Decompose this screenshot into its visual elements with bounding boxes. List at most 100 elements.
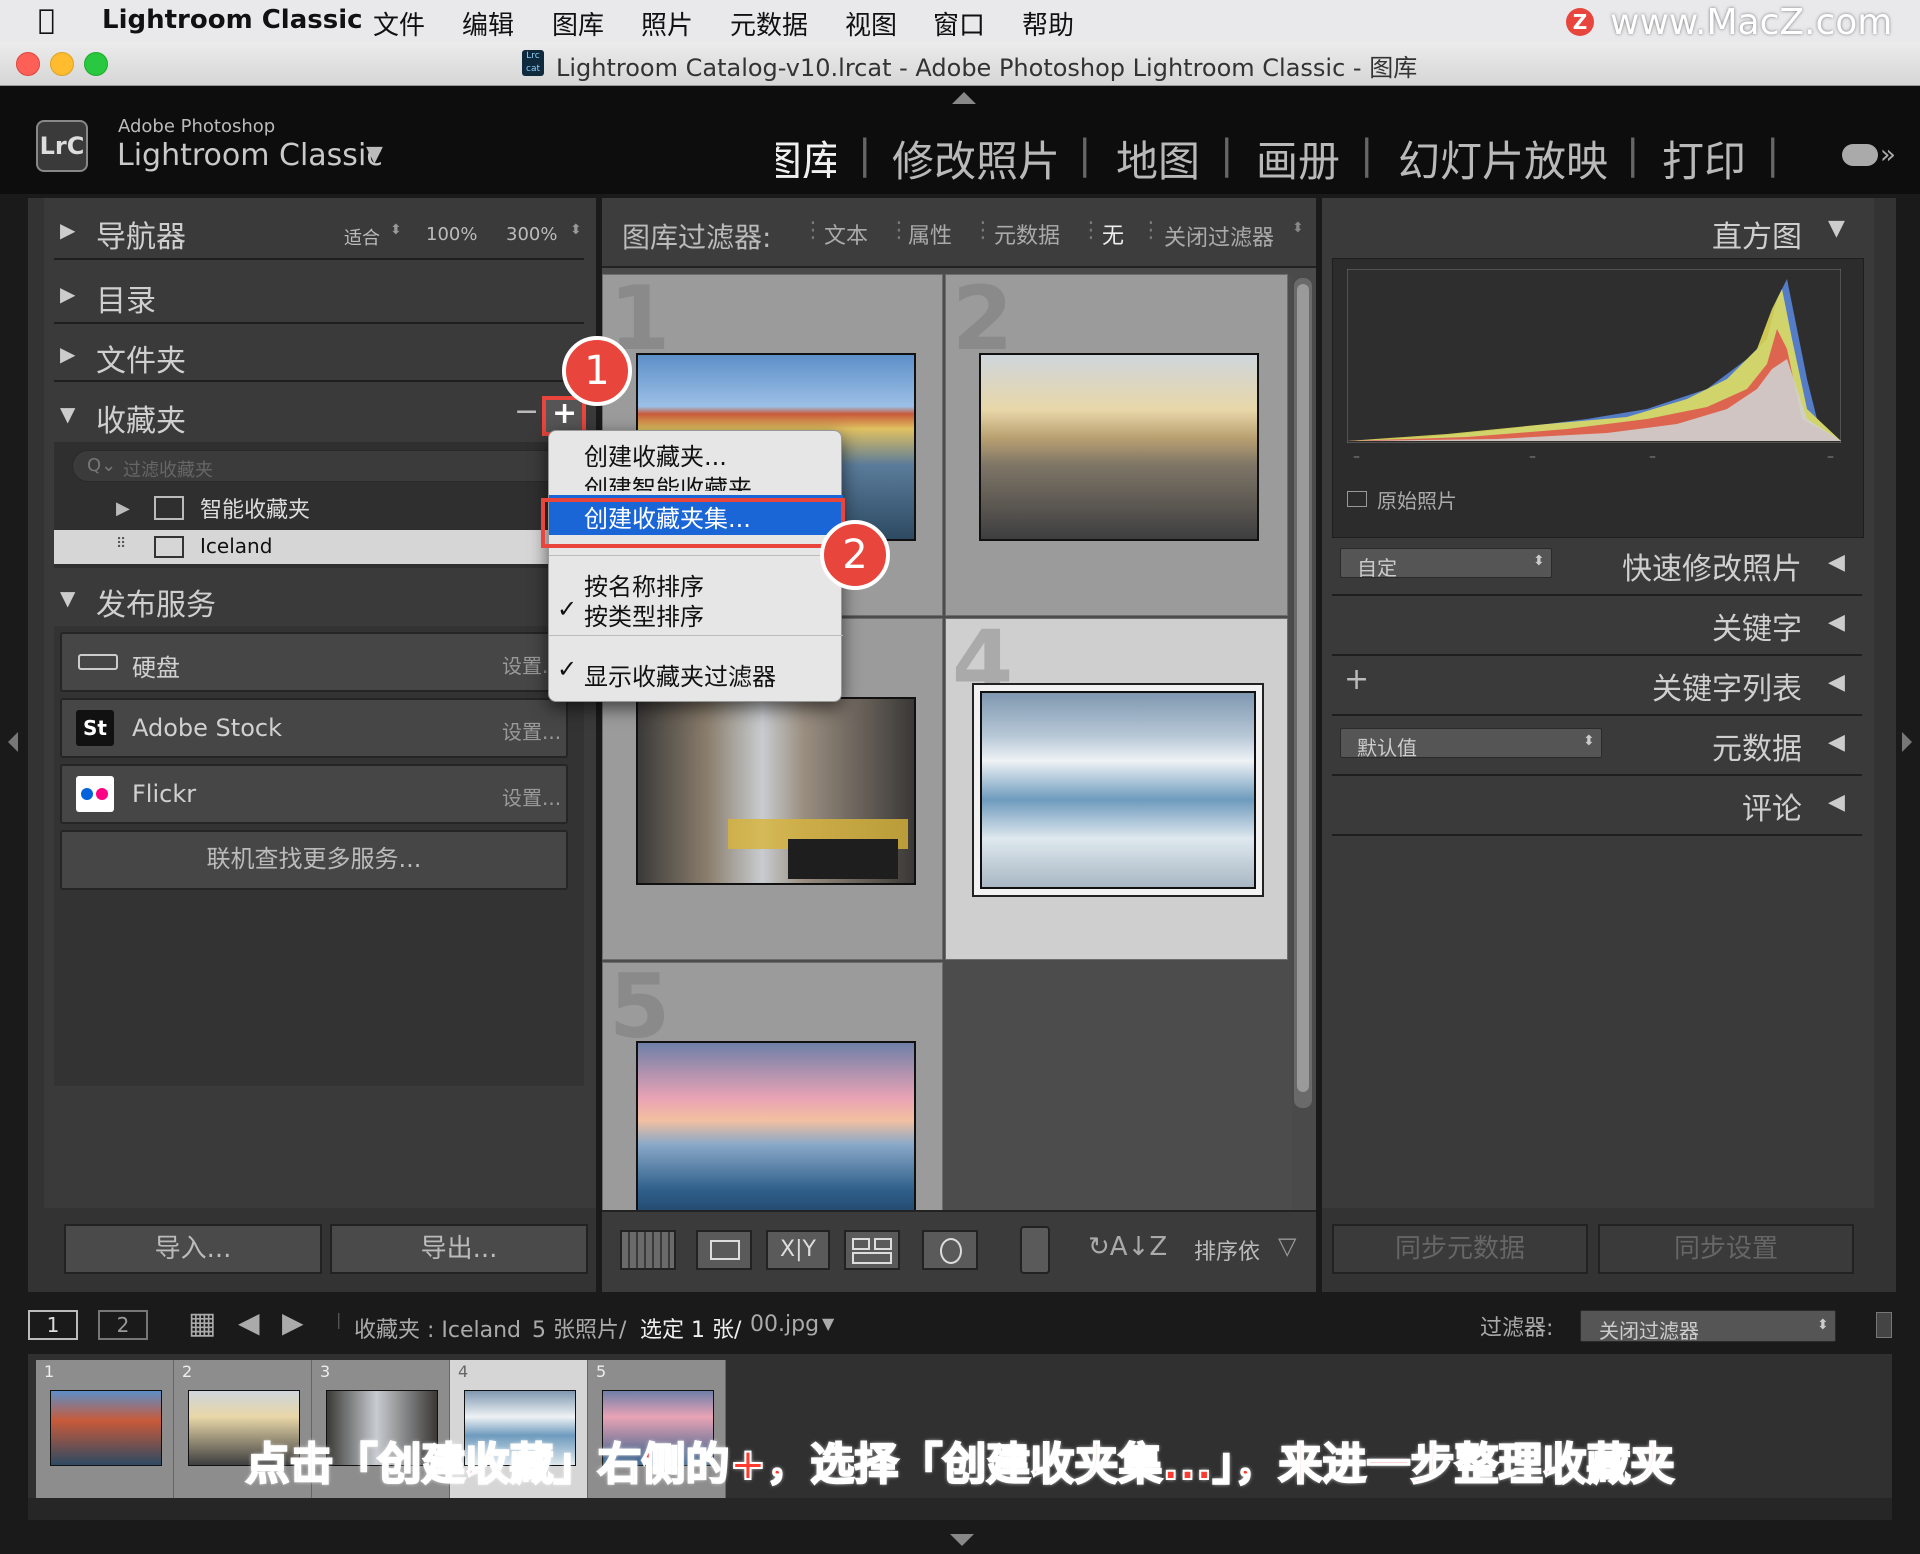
module-print[interactable]: 打印 [1662,128,1746,189]
filmstrip-scroll-track[interactable] [28,1498,1892,1520]
collapse-left-panel-icon[interactable] [8,732,18,752]
zoom-100[interactable]: 100% [426,224,477,245]
metadata-toggle-icon[interactable]: ◀ [1828,730,1845,755]
toolbar-menu-icon[interactable]: ▽ [1278,1232,1296,1260]
back-arrow-icon[interactable]: ◀ [238,1306,260,1339]
filter-attribute[interactable]: 属性 [908,218,952,250]
collapse-top-panel-icon[interactable] [952,92,976,104]
keyword-list-header[interactable]: 关键字列表 [1332,664,1802,708]
keywording-header[interactable]: 关键字 [1332,604,1802,648]
menu-view[interactable]: 视图 [845,5,897,42]
menu-file[interactable]: 文件 [373,5,425,42]
menu-library[interactable]: 图库 [552,5,604,42]
import-button[interactable]: 导入... [64,1224,322,1274]
module-library[interactable]: 图库 [776,128,836,178]
grid-cell[interactable]: 2 [945,274,1288,616]
filter-metadata[interactable]: 元数据 [994,218,1060,250]
cloud-sync-icon[interactable] [1842,144,1878,166]
grid-cell-selected[interactable]: 4 [945,611,1288,960]
quick-develop-header[interactable]: 快速修改照片 [1552,544,1802,588]
service-setup[interactable]: 设置... [502,782,561,811]
comments-header[interactable]: 评论 [1332,784,1802,828]
service-adobe-stock[interactable]: St Adobe Stock 设置... [60,698,568,758]
module-develop[interactable]: 修改照片 [892,128,1060,189]
forward-arrow-icon[interactable]: ▶ [282,1306,304,1339]
publish-header[interactable]: ▼ 发布服务 [44,572,584,628]
photo-beach-sunset[interactable] [979,353,1259,541]
zoom-fit[interactable]: 适合 [344,224,380,250]
filmstrip-filter-dropdown[interactable]: 关闭过滤器 ⬍ [1580,1310,1836,1343]
scrollbar-thumb[interactable] [1297,284,1309,1092]
grid-cell[interactable]: 5 [602,955,943,1210]
identity-dropdown-icon[interactable]: ▼ [366,142,383,167]
main-window-button[interactable]: 1 [28,1310,78,1340]
grid-view-icon[interactable] [620,1230,676,1270]
zoom-stepper-icon[interactable]: ⬍ [570,222,582,238]
filter-text[interactable]: 文本 [824,218,868,250]
remove-collection-icon[interactable]: − [514,394,539,429]
menu-show-collection-filter[interactable]: 显示收藏夹过滤器 [584,657,776,692]
secondary-window-button[interactable]: 2 [98,1310,148,1340]
service-flickr[interactable]: Flickr 设置... [60,764,568,824]
catalog-header[interactable]: ▶ 目录 [44,268,584,324]
filmstrip-source[interactable]: 收藏夹 : Iceland [354,1312,521,1344]
filter-preset[interactable]: 关闭过滤器 [1164,220,1274,252]
filter-none[interactable]: 无 [1102,218,1124,250]
module-map[interactable]: 地图 [1116,128,1200,189]
service-setup[interactable]: 设置... [502,716,561,745]
filmstrip-toggle-icon[interactable] [1876,1312,1892,1338]
menu-photo[interactable]: 照片 [641,5,693,42]
close-window-button[interactable] [16,52,40,76]
module-book[interactable]: 画册 [1256,128,1340,189]
filter-preset-stepper-icon[interactable]: ⬍ [1292,220,1304,236]
zoom-fit-stepper-icon[interactable]: ⬍ [390,222,402,238]
quick-develop-toggle-icon[interactable]: ◀ [1828,550,1845,575]
navigator-header[interactable]: ▶ 导航器 适合 ⬍ 100% 300% ⬍ [44,204,584,260]
comments-toggle-icon[interactable]: ◀ [1828,790,1845,815]
painter-icon[interactable] [1020,1226,1050,1274]
find-more-services-button[interactable]: 联机查找更多服务... [60,830,568,890]
zoom-300[interactable]: 300% [506,224,557,245]
menu-metadata[interactable]: 元数据 [730,5,808,42]
menu-edit[interactable]: 编辑 [462,5,514,42]
menu-create-collection[interactable]: 创建收藏夹... [584,437,727,472]
keywording-toggle-icon[interactable]: ◀ [1828,610,1845,635]
collection-filter[interactable]: Q⌄ 过滤收藏夹 [72,450,572,482]
menu-window[interactable]: 窗口 [933,5,985,42]
sync-metadata-button[interactable]: 同步元数据 [1332,1224,1588,1274]
collections-header[interactable]: ▼ 收藏夹 − [44,388,584,444]
minimize-window-button[interactable] [50,52,74,76]
photo-waterfall[interactable] [980,691,1256,889]
chevron-right-icon[interactable]: » [1880,140,1896,170]
sync-settings-button[interactable]: 同步设置 [1598,1224,1854,1274]
quick-develop-preset[interactable]: 自定 ⬍ [1340,548,1552,580]
loupe-view-icon[interactable] [696,1230,752,1270]
export-button[interactable]: 导出... [330,1224,588,1274]
survey-view-icon[interactable] [844,1230,900,1270]
sort-label[interactable]: 排序依 [1194,1234,1260,1266]
photo-glacier-sunset[interactable] [636,1041,916,1210]
photo-city-street[interactable] [636,697,916,885]
zoom-window-button[interactable] [84,52,108,76]
keyword-list-toggle-icon[interactable]: ◀ [1828,670,1845,695]
histogram-toggle-icon[interactable]: ▼ [1828,216,1845,241]
service-hard-drive[interactable]: 硬盘 设置... [60,632,568,692]
menu-sort-by-kind[interactable]: 按类型排序 [584,597,704,632]
module-slideshow[interactable]: 幻灯片放映 [1398,128,1608,189]
menu-create-smart-collection[interactable]: 创建智能收藏夹... [584,471,775,491]
grid-scrollbar[interactable] [1294,278,1312,1108]
compare-view-icon[interactable]: X|Y [766,1230,830,1270]
collapse-right-panel-icon[interactable] [1902,732,1912,752]
metadata-header[interactable]: 元数据 [1552,724,1802,768]
sort-direction-icon[interactable]: ↻A↓Z [1088,1232,1167,1262]
grid-shortcut-icon[interactable]: ▦ [188,1306,216,1341]
iceland-row[interactable]: ⠿ Iceland 5 [54,530,584,564]
folders-header[interactable]: ▶ 文件夹 [44,328,584,384]
histogram-header[interactable]: 直方图 [1332,212,1802,256]
expand-smart-icon[interactable]: ▶ [116,498,130,519]
collapse-bottom-panel-icon[interactable] [950,1534,974,1546]
apple-icon[interactable]:  [38,3,55,36]
original-photo-checkbox[interactable] [1347,491,1367,507]
menu-help[interactable]: 帮助 [1022,5,1074,42]
app-menu[interactable]: Lightroom Classic [102,5,363,35]
